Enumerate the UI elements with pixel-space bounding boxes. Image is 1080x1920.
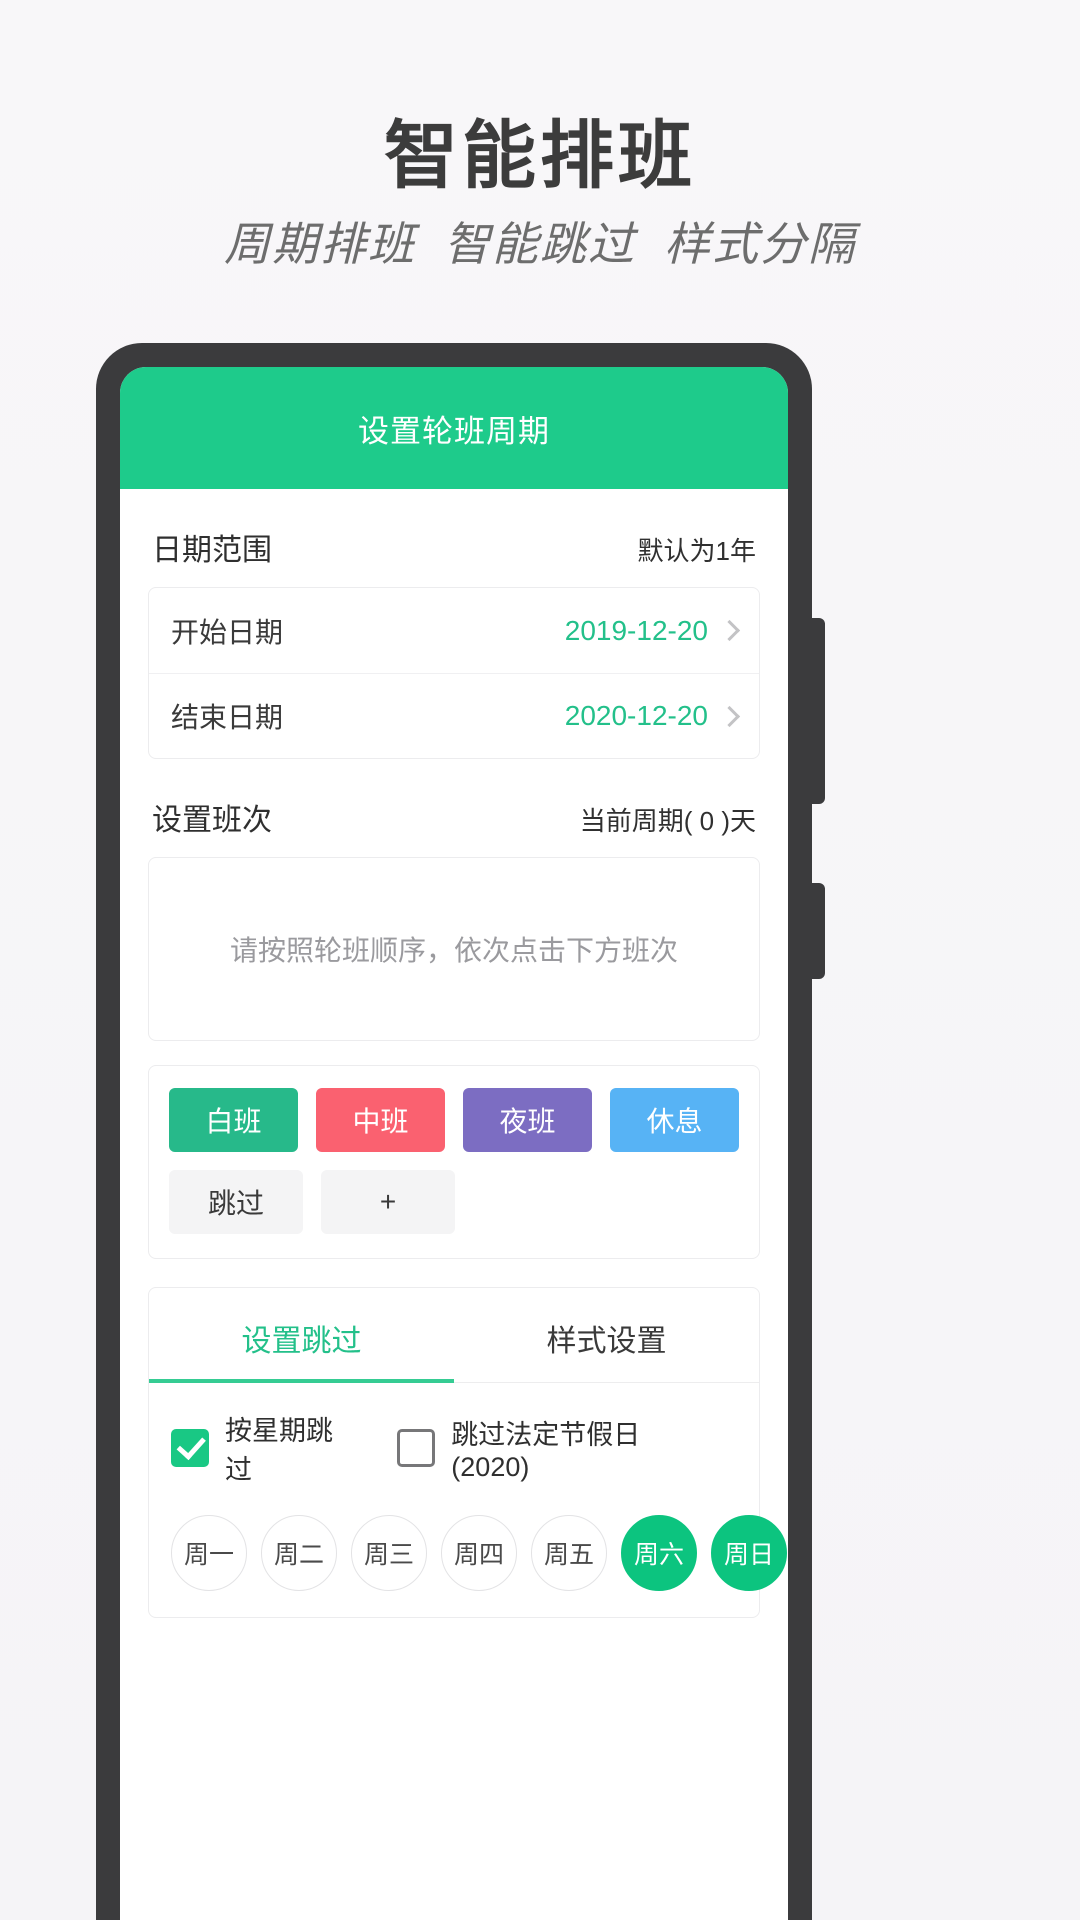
phone-screen: 设置轮班周期 日期范围 默认为1年 开始日期 2019-12-20 结束日期 2… [120, 367, 788, 1920]
end-date-label: 结束日期 [171, 702, 284, 733]
shift-chip-rest[interactable]: 休息 [610, 1088, 739, 1152]
current-cycle-hint: 当前周期( 0 )天 [579, 806, 756, 836]
weekday-sun[interactable]: 周日 [711, 1515, 787, 1591]
end-date-value: 2020-12-20 [564, 700, 708, 731]
weekday-label: 周六 [633, 1541, 684, 1569]
weekday-selector: 周一 周二 周三 周四 周五 周六 周日 [149, 1487, 787, 1591]
shift-chip-label: 跳过 [207, 1188, 264, 1219]
weekday-fri[interactable]: 周五 [531, 1515, 607, 1591]
skip-settings-card: 设置跳过 样式设置 按星期跳过 跳过法定节假日(2020) 周一 周二 周三 周… [148, 1287, 787, 1618]
shift-sequence-placeholder: 请按照轮班顺序，依次点击下方班次 [229, 935, 678, 966]
shift-chips-card: 白班 中班 夜班 休息 跳过 + [148, 1065, 760, 1259]
weekday-label: 周三 [363, 1541, 414, 1569]
start-date-row[interactable]: 开始日期 2019-12-20 [149, 588, 759, 673]
weekday-label: 周四 [453, 1541, 504, 1569]
date-range-hint: 默认为1年 [637, 536, 756, 566]
add-shift-button[interactable]: + [321, 1170, 455, 1234]
start-date-value: 2019-12-20 [564, 614, 708, 646]
shift-setup-label: 设置班次 [152, 804, 272, 837]
shift-chip-skip[interactable]: 跳过 [169, 1170, 303, 1234]
app-content: 日期范围 默认为1年 开始日期 2019-12-20 结束日期 2020-12-… [120, 489, 788, 1618]
promo-subtitle: 周期排班 智能跳过 样式分隔 [0, 208, 1080, 274]
checkbox-skip-holidays[interactable] [397, 1429, 436, 1467]
tab-style-settings[interactable]: 样式设置 [454, 1288, 759, 1382]
skip-options-row: 按星期跳过 跳过法定节假日(2020) [149, 1383, 759, 1487]
weekday-mon[interactable]: 周一 [171, 1515, 247, 1591]
date-range-label: 日期范围 [152, 534, 272, 567]
shift-chip-label: 白班 [205, 1106, 262, 1137]
promo-feature-2: 智能跳过 [444, 219, 636, 270]
shift-chip-row-2: 跳过 + [169, 1170, 739, 1234]
shift-chip-day[interactable]: 白班 [169, 1088, 298, 1152]
app-bar: 设置轮班周期 [120, 367, 788, 489]
chevron-right-icon [718, 705, 741, 727]
date-range-card: 开始日期 2019-12-20 结束日期 2020-12-20 [148, 587, 760, 759]
volume-down-button[interactable] [812, 883, 825, 979]
shift-chip-label: 夜班 [499, 1106, 556, 1137]
app-bar-title: 设置轮班周期 [358, 413, 550, 449]
tab-label: 设置跳过 [241, 1325, 362, 1358]
plus-icon: + [379, 1186, 397, 1217]
shift-setup-header: 设置班次 当前周期( 0 )天 [148, 759, 760, 857]
end-date-row[interactable]: 结束日期 2020-12-20 [149, 673, 759, 758]
weekday-tue[interactable]: 周二 [261, 1515, 337, 1591]
shift-chip-label: 休息 [646, 1106, 703, 1137]
weekday-label: 周五 [543, 1541, 594, 1569]
shift-chip-night[interactable]: 夜班 [463, 1088, 592, 1152]
shift-chip-mid[interactable]: 中班 [316, 1088, 445, 1152]
weekday-label: 周日 [723, 1541, 774, 1569]
check-icon [176, 1430, 206, 1461]
weekday-sat[interactable]: 周六 [621, 1515, 697, 1591]
promo-title: 智能排班 [384, 116, 696, 198]
promo-feature-3: 样式分隔 [664, 219, 856, 270]
date-range-header: 日期范围 默认为1年 [148, 489, 760, 587]
weekday-label: 周一 [183, 1541, 234, 1569]
weekday-label: 周二 [273, 1541, 324, 1569]
shift-sequence-area[interactable]: 请按照轮班顺序，依次点击下方班次 [148, 857, 760, 1041]
weekday-thu[interactable]: 周四 [441, 1515, 517, 1591]
weekday-wed[interactable]: 周三 [351, 1515, 427, 1591]
shift-chip-row-1: 白班 中班 夜班 休息 [169, 1088, 739, 1152]
shift-chip-label: 中班 [352, 1106, 409, 1137]
promo-page: 智能排班 周期排班 智能跳过 样式分隔 设置轮班周期 日期范围 默认为1年 开始日期… [0, 0, 1080, 1920]
tab-skip-settings[interactable]: 设置跳过 [149, 1288, 454, 1383]
phone-frame: 设置轮班周期 日期范围 默认为1年 开始日期 2019-12-20 结束日期 2… [96, 343, 825, 1920]
tab-label: 样式设置 [546, 1325, 667, 1358]
skip-holidays-label: 跳过法定节假日(2020) [451, 1420, 641, 1482]
checkbox-skip-by-weekday[interactable] [171, 1429, 209, 1467]
promo-feature-1: 周期排班 [224, 219, 416, 270]
tab-bar: 设置跳过 样式设置 [149, 1288, 759, 1383]
chevron-right-icon [718, 619, 741, 642]
volume-up-button[interactable] [812, 618, 825, 804]
skip-by-weekday-label: 按星期跳过 [225, 1416, 333, 1485]
start-date-label: 开始日期 [171, 616, 284, 648]
